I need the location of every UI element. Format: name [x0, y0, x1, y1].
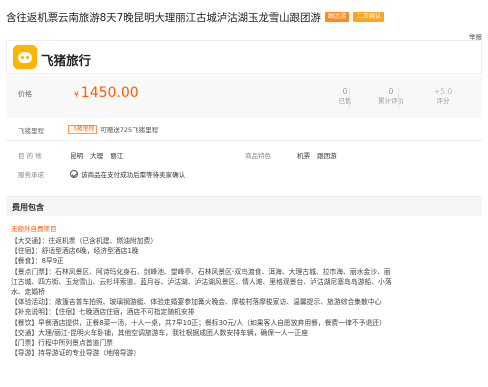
package-details: 【大交通】：往返机票（已含机建、燃油附加费） 【住宿】：舒适型酒店6晚，经济型酒… — [11, 236, 481, 358]
package-line: 【门票】行程中所列景点首道门票 — [11, 339, 113, 348]
fliggy-logo-icon — [13, 45, 37, 69]
price-panel: 价格 ¥1450.00 0 已售 0 累计评价 +5.0 评分 — [6, 76, 482, 118]
price-label: 价格 — [18, 90, 32, 98]
promise-row: 服务承诺 该商品在支付成功后需等待卖家确认 — [18, 169, 185, 179]
review-count-label: 累计评价 — [378, 97, 404, 105]
rating-value: +5.0 — [433, 87, 453, 96]
destination-chip[interactable]: 大理 — [90, 150, 103, 160]
sold-count: 0 已售 — [320, 87, 370, 106]
package-line: 【补充说明】：【住宿】七晚酒店住宿，酒店不可指定随机安排 — [11, 308, 195, 317]
package-line: 水、走婚桥 — [11, 288, 45, 297]
sold-count-value: 0 — [342, 87, 348, 96]
review-count-value: 0 — [388, 87, 394, 96]
points-label: 飞猪里程 — [18, 127, 44, 135]
fee-included-header: 费用包含 — [6, 196, 482, 216]
package-line: 【大交通】：往返机票（已含机建、燃油附加费） — [11, 237, 158, 245]
points-text: 可赠送725飞猪里程 — [100, 126, 159, 134]
title-row: 含往返机票云南旅游8天7晚昆明大理丽江古城泸沽湖玉龙雪山跟团游 跟团游 二次确认 — [6, 11, 482, 24]
package-line: 【体验活动】：敞篷吉普车拍照、玻璃钢游艇、体验走婚宴参加篝火晚会、摩梭村落摩梭家… — [11, 298, 382, 307]
reconfirm-badge: 二次确认 — [353, 12, 385, 22]
currency-symbol: ¥ — [74, 90, 79, 99]
feature-chip[interactable]: 机票 — [297, 150, 310, 160]
brand-name: 飞猪旅行 — [41, 53, 92, 68]
brand-banner: 飞猪旅行 — [6, 40, 482, 74]
promise-text: 该商品在支付成功后需等待卖家确认 — [81, 171, 186, 179]
package-line: 【餐饮】早餐酒店提供，正餐8菜一汤，十人一桌，共7早10正；餐标30元/人（如果… — [11, 318, 386, 327]
destination-row: 目 的 地 昆明 大理 丽江 — [18, 150, 128, 160]
package-line: 【交通】大理/丽江-昆明火车卧铺，其他空调旅游车，我社根据成团人数安排车辆，确保… — [11, 328, 309, 337]
stat-divider — [349, 87, 350, 107]
destination-label: 目 的 地 — [18, 152, 42, 160]
review-count[interactable]: 0 累计评价 — [366, 87, 416, 106]
price-value: ¥1450.00 — [74, 85, 139, 101]
promise-label: 服务承诺 — [18, 171, 44, 179]
check-circle-icon — [70, 170, 79, 178]
destination-chip[interactable]: 丽江 — [110, 150, 123, 160]
group-tour-badge: 跟团游 — [324, 12, 350, 22]
divider — [6, 140, 482, 141]
rating: +5.0 评分 — [418, 87, 468, 106]
points-row: 飞猪里程 可赠送725飞猪里程 — [68, 124, 158, 134]
package-line: 【住宿】：舒适型酒店6晚，经济型酒店1晚 — [11, 247, 139, 256]
package-line: 江古城、四方街、玉龙雪山、云杉坪索道、蓝月谷、泸沽湖、泸沽湖风景区、情人滩、里格… — [11, 277, 392, 286]
no-extra-cost-notice: 无额外自费项目 — [11, 225, 57, 233]
destination-chip[interactable]: 昆明 — [70, 150, 83, 160]
price-amount: 1450.00 — [80, 85, 139, 101]
package-line: 【景点门票】：石林风景区、阿诗玛化身石、剑峰池、望峰亭、石林风景区-双鸟渡食、洱… — [11, 267, 391, 276]
sold-count-label: 已售 — [338, 97, 352, 105]
section-title: 费用包含 — [12, 203, 44, 212]
rating-label: 评分 — [436, 97, 450, 105]
feature-chip[interactable]: 跟团游 — [317, 150, 337, 160]
package-line: 【导游】持导游证的专业导游（地陪导游） — [11, 349, 141, 358]
product-title: 含往返机票云南旅游8天7晚昆明大理丽江古城泸沽湖玉龙雪山跟团游 — [6, 11, 321, 24]
points-tag: 飞猪里程 — [68, 124, 98, 134]
stat-divider — [398, 87, 399, 107]
package-line: 【餐食】：8早9正 — [11, 257, 64, 266]
feature-row: 商品特色 机票 跟团游 — [245, 150, 342, 160]
feature-label: 商品特色 — [245, 152, 271, 160]
